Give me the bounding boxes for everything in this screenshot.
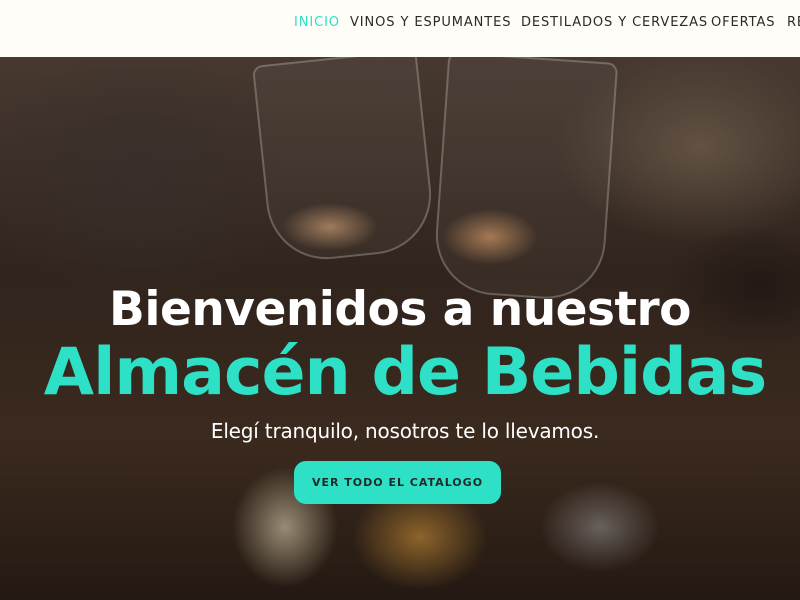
hero-section: Bienvenidos a nuestro Almacén de Bebidas…: [0, 57, 800, 600]
nav-item-truncated[interactable]: RE: [787, 15, 800, 30]
hero-title-line2: Almacén de Bebidas: [43, 335, 767, 410]
nav-item-ofertas[interactable]: OFERTAS: [711, 15, 775, 30]
view-catalog-button[interactable]: VER TODO EL CATALOGO: [294, 461, 501, 504]
nav-item-inicio[interactable]: INICIO: [294, 15, 340, 30]
hero-content: Bienvenidos a nuestro Almacén de Bebidas…: [0, 57, 800, 600]
hero-title-line1: Bienvenidos a nuestro: [109, 282, 691, 337]
nav-item-destilados-y-cervezas[interactable]: DESTILADOS Y CERVEZAS: [521, 15, 708, 30]
hero-subtitle: Elegí tranquilo, nosotros te lo llevamos…: [210, 419, 600, 443]
nav-item-vinos-y-espumantes[interactable]: VINOS Y ESPUMANTES: [350, 15, 511, 30]
top-navbar: INICIO VINOS Y ESPUMANTES DESTILADOS Y C…: [0, 0, 800, 57]
